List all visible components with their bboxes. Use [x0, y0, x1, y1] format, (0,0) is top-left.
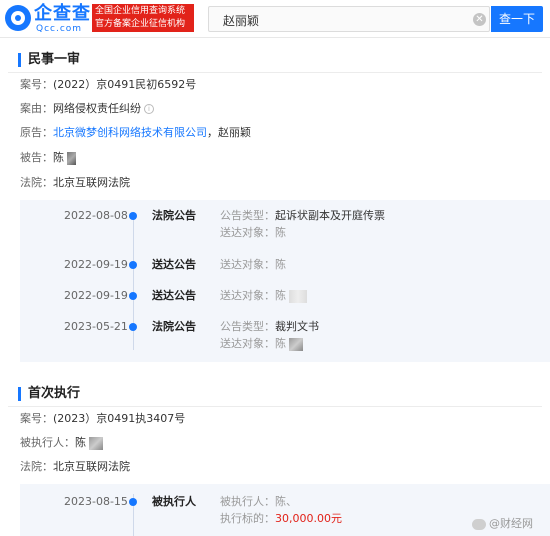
- timeline-dot-icon: [129, 323, 137, 331]
- timeline-date: 2023-08-15: [64, 495, 128, 508]
- divider: [8, 72, 542, 73]
- redacted-name-mosaic: [89, 436, 103, 450]
- search-value[interactable]: 赵丽颖: [223, 12, 259, 29]
- execution-amount: 30,000.00元: [275, 512, 342, 525]
- timeline-dot-icon: [129, 498, 137, 506]
- detail-value: 陈: [275, 289, 286, 302]
- detail-key: 送达对象：: [220, 289, 275, 302]
- search-input[interactable]: 赵丽颖 ✕: [208, 6, 490, 32]
- detail-value: 陈: [275, 258, 286, 271]
- timeline-detail: 被执行人：陈、: [220, 495, 297, 509]
- top-header: 企查查 Qcc.com 全国企业信用查询系统 官方备案企业征信机构 赵丽颖 ✕ …: [0, 0, 550, 38]
- timeline-panel: 2022-08-08 法院公告 公告类型：起诉状副本及开庭传票 送达对象：陈 2…: [20, 200, 550, 362]
- timeline-detail: 公告类型：起诉状副本及开庭传票: [220, 209, 385, 223]
- case-number-label: 案号：: [20, 412, 53, 425]
- timeline-date: 2022-08-08: [64, 209, 128, 222]
- case-number-label: 案号：: [20, 78, 53, 91]
- logo-domain: Qcc.com: [36, 24, 83, 34]
- search-button[interactable]: 查一下: [491, 6, 543, 32]
- banner-line2: 官方备案企业征信机构: [95, 19, 186, 29]
- detail-key: 公告类型：: [220, 320, 275, 333]
- executed-person-value: 陈: [75, 436, 86, 449]
- detail-value: 陈、: [275, 495, 297, 508]
- timeline-date: 2023-05-21: [64, 320, 128, 333]
- timeline-dot-icon: [129, 292, 137, 300]
- logo-name[interactable]: 企查查: [34, 4, 91, 24]
- defendant-label: 被告：: [20, 151, 53, 164]
- court-label: 法院：: [20, 460, 53, 473]
- detail-key: 送达对象：: [220, 258, 275, 271]
- detail-value: 陈: [275, 337, 286, 350]
- court-label: 法院：: [20, 176, 53, 189]
- timeline-item[interactable]: 2022-09-19 送达公告 送达对象：陈: [20, 258, 550, 272]
- case-number: (2022）京0491民初6592号: [53, 78, 197, 91]
- timeline-detail: 送达对象：陈: [220, 258, 286, 272]
- court-field: 法院：北京互联网法院: [20, 176, 130, 190]
- weibo-watermark: @财经网: [472, 515, 533, 531]
- cause-value: 网络侵权责任纠纷: [53, 102, 141, 115]
- plaintiff-separator: ，: [207, 126, 218, 139]
- detail-key: 送达对象：: [220, 226, 275, 239]
- timeline-detail: 执行标的：30,000.00元: [220, 512, 342, 526]
- timeline-detail: 送达对象：陈: [220, 337, 303, 351]
- weibo-icon: [472, 518, 486, 530]
- defendant-field: 被告：陈: [20, 151, 76, 165]
- timeline-type: 送达公告: [152, 258, 196, 271]
- redacted-name-mosaic: [289, 337, 303, 351]
- plaintiff-person: 赵丽颖: [218, 126, 251, 139]
- court-field: 法院：北京互联网法院: [20, 460, 130, 474]
- timeline-item[interactable]: 2023-08-15 被执行人 被执行人：陈、 执行标的：30,000.00元: [20, 495, 550, 525]
- section-title-first-execution: 首次执行: [18, 386, 80, 402]
- detail-key: 公告类型：: [220, 209, 275, 222]
- case-number: (2023）京0491执3407号: [53, 412, 186, 425]
- info-icon[interactable]: i: [144, 104, 154, 114]
- timeline-item[interactable]: 2022-09-19 送达公告 送达对象：陈: [20, 289, 550, 303]
- detail-key: 执行标的：: [220, 512, 275, 525]
- section-title-civil-first-instance: 民事一审: [18, 52, 80, 68]
- detail-value: 陈: [275, 226, 286, 239]
- timeline-type: 法院公告: [152, 209, 196, 222]
- cause-field: 案由：网络侵权责任纠纷 i: [20, 102, 154, 116]
- banner-line1: 全国企业信用查询系统: [95, 6, 186, 16]
- timeline-detail: 送达对象：陈: [220, 289, 307, 303]
- executed-person-label: 被执行人：: [20, 436, 75, 449]
- timeline-type: 被执行人: [152, 495, 196, 508]
- court-value: 北京互联网法院: [53, 176, 130, 189]
- timeline-type: 法院公告: [152, 320, 196, 333]
- plaintiff-company-link[interactable]: 北京微梦创科网络技术有限公司: [53, 126, 207, 139]
- timeline-detail: 公告类型：裁判文书: [220, 320, 319, 334]
- redacted-name-mosaic: [67, 151, 76, 165]
- redacted-name-mosaic: [289, 289, 307, 303]
- timeline-date: 2022-09-19: [64, 258, 128, 271]
- timeline-item[interactable]: 2023-05-21 法院公告 公告类型：裁判文书 送达对象：陈: [20, 320, 550, 351]
- defendant-value: 陈: [53, 151, 64, 164]
- plaintiff-label: 原告：: [20, 126, 53, 139]
- clear-icon[interactable]: ✕: [473, 13, 486, 26]
- cause-label: 案由：: [20, 102, 53, 115]
- court-value: 北京互联网法院: [53, 460, 130, 473]
- timeline-panel: 2023-08-15 被执行人 被执行人：陈、 执行标的：30,000.00元: [20, 484, 550, 536]
- timeline-dot-icon: [129, 261, 137, 269]
- timeline-item[interactable]: 2022-08-08 法院公告 公告类型：起诉状副本及开庭传票 送达对象：陈: [20, 209, 550, 239]
- timeline-detail: 送达对象：陈: [220, 226, 286, 240]
- detail-key: 被执行人：: [220, 495, 275, 508]
- detail-value: 起诉状副本及开庭传票: [275, 209, 385, 222]
- case-number-field: 案号：(2023）京0491执3407号: [20, 412, 185, 426]
- detail-value: 裁判文书: [275, 320, 319, 333]
- executed-person-field: 被执行人：陈: [20, 436, 103, 450]
- plaintiff-field: 原告：北京微梦创科网络技术有限公司，赵丽颖: [20, 126, 251, 140]
- case-number-field: 案号：(2022）京0491民初6592号: [20, 78, 196, 92]
- timeline-date: 2022-09-19: [64, 289, 128, 302]
- timeline-dot-icon: [129, 212, 137, 220]
- detail-key: 送达对象：: [220, 337, 275, 350]
- credit-banner: 全国企业信用查询系统 官方备案企业征信机构: [92, 4, 194, 32]
- qcc-logo-icon[interactable]: [5, 5, 31, 31]
- watermark-text: @财经网: [489, 517, 533, 530]
- divider: [8, 406, 542, 407]
- timeline-type: 送达公告: [152, 289, 196, 302]
